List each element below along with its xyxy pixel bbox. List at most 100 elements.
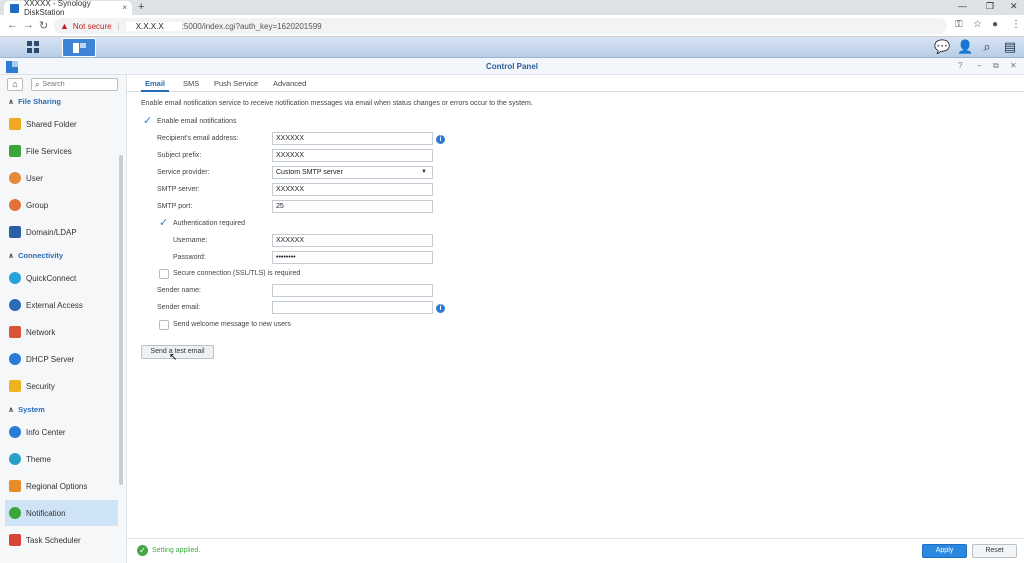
new-tab-button[interactable]: + (138, 1, 144, 13)
sidebar-item-notification[interactable]: Notification (5, 500, 118, 526)
info-icon[interactable]: i (436, 304, 445, 313)
home-icon[interactable]: ⌂ (7, 78, 23, 91)
window-title: Control Panel (485, 62, 538, 71)
forward-arrow-icon[interactable]: → (23, 19, 34, 31)
minimize-button[interactable]: – (977, 61, 981, 70)
dsm-taskbar: 💬 👤 ⌕ ▤ (0, 37, 1024, 58)
task-scheduler-icon (9, 534, 21, 546)
sidebar-item-info-center[interactable]: Info Center (5, 419, 118, 445)
browser-tab-bar: XXXXX - Synology DiskStation × + — ❐ ✕ (0, 0, 1024, 17)
network-house-icon (9, 326, 21, 338)
address-bar[interactable]: ▲ Not secure | X.X.X.X :5000/index.cgi?a… (54, 18, 947, 34)
service-provider-label: Service provider: (157, 169, 210, 176)
welcome-message-checkbox[interactable] (159, 320, 169, 330)
ssl-checkbox[interactable] (159, 269, 169, 279)
dhcp-server-icon (9, 353, 21, 365)
email-description: Enable email notification service to rec… (141, 100, 533, 107)
chat-icon[interactable]: 💬 (934, 40, 950, 54)
authentication-checkbox[interactable]: ✓ (159, 218, 169, 229)
sidebar-item-shared-folder[interactable]: Shared Folder (5, 111, 118, 137)
mouse-pointer-icon: ↖ (169, 352, 178, 363)
tab-advanced[interactable]: Advanced (273, 79, 306, 88)
synology-favicon-icon (10, 3, 19, 13)
warning-icon: ▲ (60, 21, 69, 31)
sidebar-item-user[interactable]: User (5, 165, 118, 191)
user-icon[interactable]: 👤 (957, 40, 973, 54)
sidebar-item-network[interactable]: Network (5, 319, 118, 345)
authentication-label: Authentication required (173, 220, 245, 227)
sender-name-field[interactable] (272, 284, 433, 297)
main-menu-grid-icon[interactable] (22, 40, 44, 55)
sidebar-item-group[interactable]: Group (5, 192, 118, 218)
sidebar-item-quickconnect[interactable]: QuickConnect (5, 265, 118, 291)
maximize-button[interactable]: ⧉ (993, 61, 999, 71)
recipient-email-field[interactable]: XXXXXX (272, 132, 433, 145)
bookmark-star-icon[interactable]: ☆ (973, 19, 982, 30)
status-message: Setting applied. (152, 547, 201, 554)
tab-close-icon[interactable]: × (122, 3, 127, 12)
info-icon (9, 426, 21, 438)
menu-kebab-icon[interactable]: ⋮ (1011, 19, 1021, 30)
footer-bar: ✓ Setting applied. Apply Reset (127, 538, 1024, 563)
window-minimize-button[interactable]: — (958, 1, 967, 11)
sidebar-item-task-scheduler[interactable]: Task Scheduler (5, 527, 118, 553)
service-provider-select[interactable]: Custom SMTP server (272, 166, 433, 179)
search-icon: ⌕ (35, 79, 40, 89)
external-access-globe-icon (9, 299, 21, 311)
username-label: Username: (173, 237, 208, 244)
smtp-server-label: SMTP server: (157, 186, 200, 193)
welcome-message-label: Send welcome message to new users (173, 321, 291, 328)
sidebar-item-regional-options[interactable]: Regional Options (5, 473, 118, 499)
tab-push-service[interactable]: Push Service (214, 79, 258, 88)
quickconnect-icon (9, 272, 21, 284)
smtp-port-field[interactable]: 25 (272, 200, 433, 213)
sidebar-item-security[interactable]: Security (5, 373, 118, 399)
window-restore-button[interactable]: ❐ (986, 1, 994, 12)
profile-icon[interactable]: ● (992, 19, 998, 30)
widgets-icon[interactable]: ▤ (1003, 40, 1017, 54)
chevron-up-icon: ∧ (8, 251, 15, 260)
recipient-label: Recipient's email address: (157, 135, 239, 142)
apply-button[interactable]: Apply (922, 544, 967, 558)
sidebar-item-dhcp-server[interactable]: DHCP Server (5, 346, 118, 372)
reset-button[interactable]: Reset (972, 544, 1017, 558)
info-icon[interactable]: i (436, 135, 445, 144)
sidebar-item-domain-ldap[interactable]: Domain/LDAP (5, 219, 118, 245)
key-icon[interactable]: ⚿ (955, 19, 963, 30)
chevron-up-icon: ∧ (8, 97, 15, 106)
browser-tab[interactable]: XXXXX - Synology DiskStation × (4, 0, 132, 17)
window-close-button[interactable]: ✕ (1010, 1, 1018, 12)
smtp-server-field[interactable]: XXXXXX (272, 183, 433, 196)
section-system[interactable]: ∧ System (8, 405, 45, 414)
search-input[interactable] (42, 81, 113, 88)
shared-folder-icon (9, 118, 21, 130)
section-connectivity[interactable]: ∧ Connectivity (8, 251, 63, 260)
password-label: Password: (173, 254, 206, 261)
help-button[interactable]: ? (958, 61, 962, 70)
sidebar: ⌂ ⌕ ∧File Sharing Shared Folder File Ser… (0, 75, 127, 563)
search-icon[interactable]: ⌕ (980, 40, 994, 54)
sender-email-field[interactable] (272, 301, 433, 314)
send-test-email-button[interactable]: Send a test email (141, 345, 214, 359)
subject-prefix-field[interactable]: XXXXXX (272, 149, 433, 162)
subject-prefix-label: Subject prefix: (157, 152, 202, 159)
theme-palette-icon (9, 453, 21, 465)
reload-icon[interactable]: ↻ (39, 19, 48, 32)
sidebar-scrollbar[interactable] (119, 155, 123, 485)
sidebar-item-external-access[interactable]: External Access (5, 292, 118, 318)
sidebar-search[interactable]: ⌕ (31, 78, 118, 91)
notification-chat-icon (9, 507, 21, 519)
section-file-sharing[interactable]: ∧ File Sharing (8, 97, 61, 106)
sidebar-item-file-services[interactable]: File Services (5, 138, 118, 164)
smtp-port-label: SMTP port: (157, 203, 193, 210)
close-button[interactable]: ✕ (1010, 61, 1017, 70)
tab-email[interactable]: Email (145, 79, 165, 88)
password-field[interactable]: •••••••• (272, 251, 433, 264)
sidebar-item-theme[interactable]: Theme (5, 446, 118, 472)
username-field[interactable]: XXXXXX (272, 234, 433, 247)
tab-sms[interactable]: SMS (183, 79, 199, 88)
back-arrow-icon[interactable]: ← (7, 19, 18, 31)
enable-email-checkbox[interactable]: ✓ (143, 116, 153, 127)
notification-tabs: Email SMS Push Service Advanced (127, 75, 1024, 92)
control-panel-taskbar-button[interactable] (62, 38, 96, 57)
